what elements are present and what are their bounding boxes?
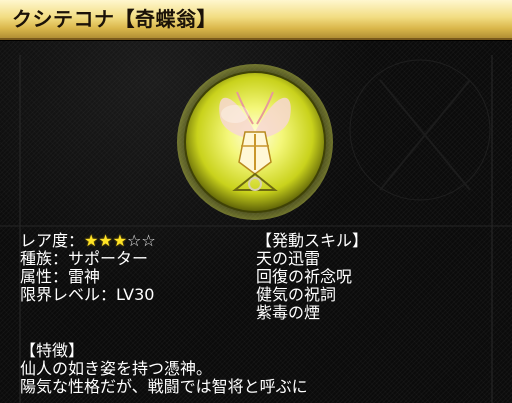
character-stats: レア度：★★★☆☆ 種族：サポーター 属性：雷神 限界レベル：LV30	[20, 232, 156, 304]
character-name: クシテコナ【奇蝶翁】	[12, 7, 217, 31]
rarity-stars-empty: ☆☆	[127, 231, 156, 250]
skill-item: 健気の祝詞	[256, 285, 337, 304]
skill-item: 天の迅雷	[256, 249, 321, 268]
type-row: 種族：サポーター	[20, 249, 149, 268]
character-portrait	[175, 62, 335, 222]
rarity-stars-filled: ★★★	[84, 231, 128, 250]
traits-header: 【特徴】	[20, 341, 85, 360]
rarity-label: レア度：	[20, 231, 85, 250]
skill-item: 紫毒の煙	[256, 303, 321, 322]
trait-line: 仙人の如き姿を持つ憑神。	[20, 359, 213, 378]
butterfly-sage-icon	[177, 64, 333, 220]
traits-section: 【特徴】 仙人の如き姿を持つ憑神。 陽気な性格だが、戦闘では智将と呼ぶに	[20, 342, 308, 396]
attribute-row: 属性：雷神	[20, 267, 101, 286]
rarity-row: レア度：★★★☆☆	[20, 232, 156, 250]
limit-level-row: 限界レベル：LV30	[20, 285, 155, 304]
active-skills: 【発動スキル】 天の迅雷 回復の祈念呪 健気の祝詞 紫毒の煙	[256, 232, 368, 322]
trait-line: 陽気な性格だが、戦闘では智将と呼ぶに	[20, 377, 308, 396]
skills-header: 【発動スキル】	[256, 231, 369, 250]
skill-item: 回復の祈念呪	[256, 267, 353, 286]
title-bar: クシテコナ【奇蝶翁】	[0, 0, 512, 40]
